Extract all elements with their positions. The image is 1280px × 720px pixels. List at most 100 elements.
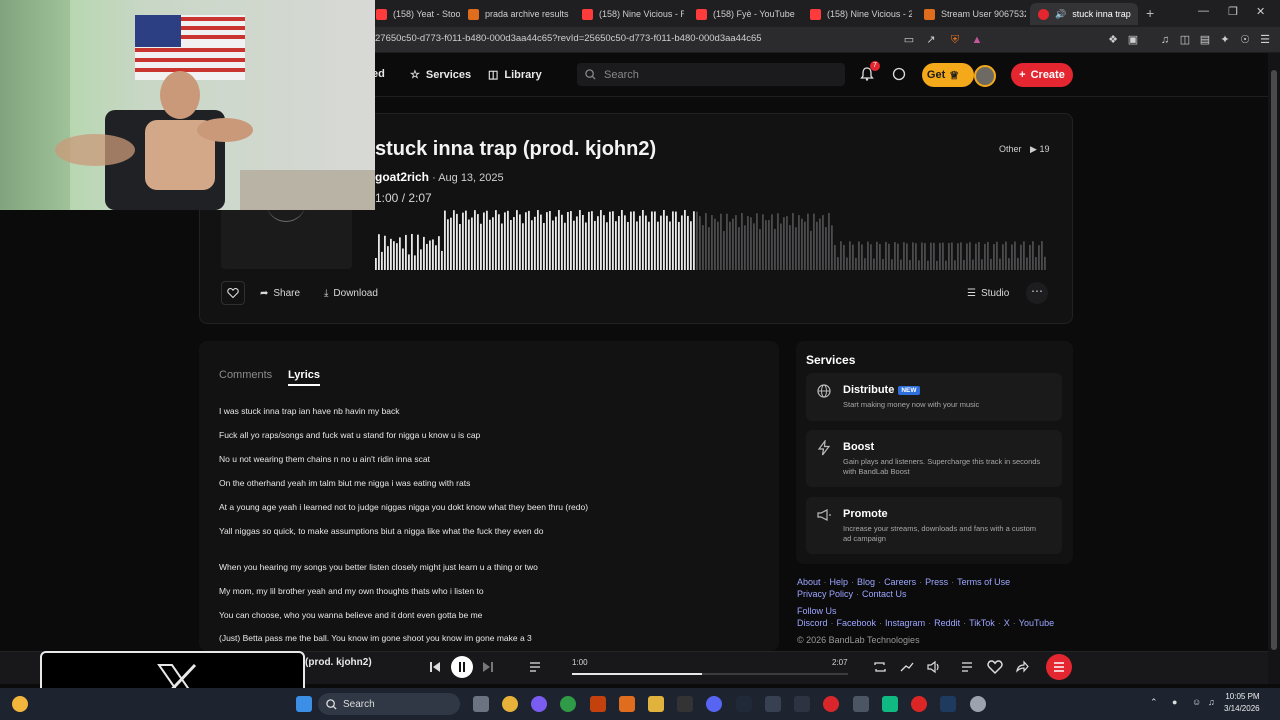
get-membership-button[interactable]: Get ♕ [922, 63, 974, 87]
share-button[interactable]: ➦ Share [254, 283, 306, 303]
sidebar-icon[interactable]: ◫ [1178, 33, 1192, 47]
app-icon[interactable] [794, 696, 810, 712]
leo-icon[interactable]: ✦ [1218, 33, 1232, 47]
discord-icon[interactable] [706, 696, 722, 712]
footer-link[interactable]: X [1004, 618, 1010, 628]
footer-link[interactable]: YouTube [1019, 618, 1054, 628]
browser-tab[interactable]: (158) Fyè - YouTube [688, 3, 798, 25]
next-icon[interactable] [480, 659, 496, 675]
previous-icon[interactable] [427, 659, 443, 675]
vpn-icon[interactable]: ☉ [1238, 33, 1252, 47]
browser-tab[interactable]: Stream User 90675325 [916, 3, 1026, 25]
weather-icon[interactable] [12, 696, 28, 712]
service-promote[interactable]: Promote Increase your streams, downloads… [806, 497, 1062, 554]
chrome-icon[interactable] [502, 696, 518, 712]
scrollbar-thumb[interactable] [1271, 70, 1277, 650]
media-icon[interactable]: ♫ [1158, 33, 1172, 47]
footer-link[interactable]: Instagram [885, 618, 925, 628]
fl-studio-icon[interactable] [590, 696, 606, 712]
wallet-icon[interactable]: ▤ [1198, 33, 1212, 47]
tray-chevron-icon[interactable]: ⌃ [1150, 697, 1158, 708]
taskbar-search[interactable]: Search [318, 693, 460, 715]
brave-rewards-icon[interactable]: ▲ [970, 33, 984, 47]
like-button[interactable] [221, 281, 245, 305]
player-progress-bar[interactable] [572, 673, 848, 675]
share-page-icon[interactable]: ↗ [924, 33, 938, 47]
browser-tab[interactable]: prada archive results [460, 3, 570, 25]
footer-link[interactable]: Terms of Use [957, 577, 1010, 587]
footer-link[interactable]: Press [925, 577, 948, 587]
heart-icon[interactable] [987, 659, 1003, 675]
folder-icon[interactable] [648, 696, 664, 712]
genre-tag[interactable]: Other [999, 144, 1022, 154]
queue-button[interactable] [1046, 654, 1072, 680]
studio-button[interactable]: ☰ Studio [961, 283, 1015, 303]
service-distribute[interactable]: Distribute NEW Start making money now wit… [806, 373, 1062, 421]
app-icon[interactable] [911, 696, 927, 712]
capcut-icon[interactable] [677, 696, 693, 712]
settings-icon[interactable] [970, 696, 986, 712]
download-button[interactable]: ⤓ Download [318, 283, 384, 303]
browser-tab[interactable]: (158) Yeat - Stood Tall [368, 3, 460, 25]
service-boost[interactable]: Boost Gain plays and listeners. Supercha… [806, 430, 1062, 487]
close-window-icon[interactable]: ✕ [1256, 5, 1265, 18]
footer-link[interactable]: TikTok [969, 618, 995, 628]
tab-lyrics[interactable]: Lyrics [288, 369, 321, 386]
url-text[interactable]: 27650c50-d773-f011-b480-000d3aa44c65?rev… [375, 33, 762, 44]
start-icon[interactable] [296, 696, 312, 712]
footer-link[interactable]: Privacy Policy [797, 589, 853, 599]
shuffle-icon[interactable] [899, 659, 915, 675]
browser-tab-active[interactable]: 🔊 stuck inna trap ✕ [1030, 3, 1138, 25]
tab-comments[interactable]: Comments [219, 369, 272, 381]
install-icon[interactable]: ▭ [902, 33, 916, 47]
lyrics-toggle-icon[interactable] [528, 659, 544, 675]
copilot-icon[interactable] [531, 696, 547, 712]
app-icon[interactable] [853, 696, 869, 712]
steam-icon[interactable] [940, 696, 956, 712]
footer-link[interactable]: Blog [857, 577, 875, 587]
browser-tab[interactable]: (158) Nine Vicious - 24 [802, 3, 912, 25]
minimize-icon[interactable]: — [1198, 5, 1209, 17]
audio-app-icon[interactable] [736, 696, 752, 712]
share-icon[interactable] [1014, 659, 1030, 675]
nav-library[interactable]: ◫ Library [488, 68, 542, 82]
more-options-button[interactable]: ⋯ [1026, 282, 1048, 304]
queue-add-icon[interactable] [960, 659, 976, 675]
create-button[interactable]: + Create [1011, 63, 1073, 87]
app-icon[interactable] [882, 696, 898, 712]
footer-link[interactable]: Help [830, 577, 849, 587]
microphone-icon[interactable]: ● [1172, 697, 1177, 707]
taskbar-clock[interactable]: 10:05 PM 3/14/2026 [1224, 691, 1260, 715]
menu-icon[interactable]: ☰ [1258, 33, 1272, 47]
task-view-icon[interactable] [473, 696, 489, 712]
screenshot-icon[interactable]: ▣ [1126, 33, 1140, 47]
footer-link[interactable]: Facebook [837, 618, 877, 628]
wifi-icon[interactable]: ☺ [1192, 697, 1201, 707]
xbox-icon[interactable] [560, 696, 576, 712]
nav-services[interactable]: ☆ Services [410, 68, 471, 82]
keyboard-icon[interactable] [765, 696, 781, 712]
waveform-bar [504, 212, 506, 270]
opera-icon[interactable] [823, 696, 839, 712]
extensions-icon[interactable]: ❖ [1106, 33, 1120, 47]
footer-link[interactable]: Discord [797, 618, 828, 628]
volume-tray-icon[interactable]: ♫ [1208, 697, 1215, 707]
new-tab-icon[interactable]: + [1146, 5, 1154, 21]
user-avatar[interactable] [974, 65, 996, 87]
pause-button[interactable] [451, 656, 473, 678]
footer-link[interactable]: Reddit [934, 618, 960, 628]
footer-link[interactable]: Careers [884, 577, 916, 587]
volume-icon[interactable] [926, 659, 942, 675]
browser-tab[interactable]: (158) Nine Vicious - RI [574, 3, 684, 25]
site-search-input[interactable]: Search [577, 63, 845, 86]
brave-icon[interactable] [619, 696, 635, 712]
artist-name[interactable]: goat2rich [375, 170, 429, 184]
waveform-seekbar[interactable] [375, 207, 1047, 270]
repeat-icon[interactable] [872, 659, 888, 675]
footer-link[interactable]: About [797, 577, 821, 587]
chat-icon[interactable] [892, 67, 906, 81]
player-track-title[interactable]: (prod. kjohn2) [305, 657, 372, 668]
restore-icon[interactable]: ❐ [1228, 5, 1238, 18]
footer-link[interactable]: Contact Us [862, 589, 907, 599]
brave-shield-icon[interactable]: ⛨ [948, 33, 962, 47]
